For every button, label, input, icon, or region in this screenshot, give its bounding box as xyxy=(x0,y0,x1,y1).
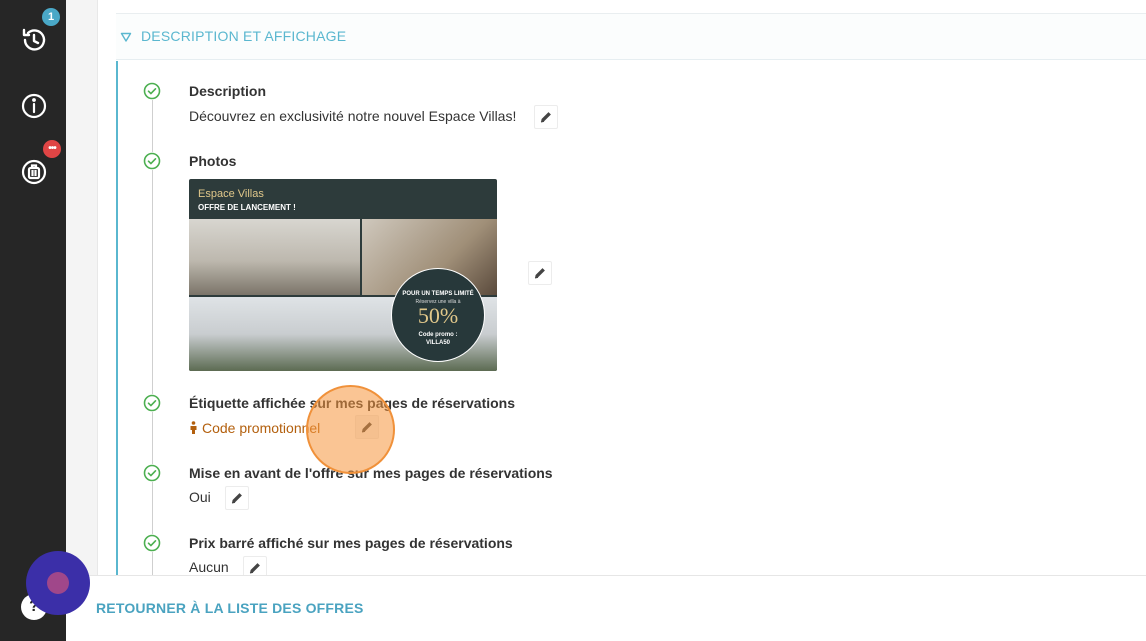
check-circle-icon xyxy=(143,82,161,100)
mise-en-avant-label: Mise en avant de l'offre sur mes pages d… xyxy=(189,465,553,481)
roundel-line3: Code promo : xyxy=(418,332,458,338)
footer-bar: RETOURNER À LA LISTE DES OFFRES xyxy=(66,575,1146,641)
photo-offer-text: OFFRE DE LANCEMENT ! xyxy=(198,203,296,212)
roundel-percent: 50% xyxy=(417,303,459,328)
previous-section-edge xyxy=(116,0,1146,14)
info-icon[interactable] xyxy=(20,92,48,120)
main-content: DESCRIPTION ET AFFICHAGE Description Déc… xyxy=(98,0,1146,575)
check-circle-icon xyxy=(143,152,161,170)
pencil-icon xyxy=(231,493,242,504)
chat-icon xyxy=(47,572,69,594)
luggage-icon[interactable] xyxy=(20,158,48,186)
roundel-line1: POUR UN TEMPS LIMITÉ xyxy=(402,291,474,297)
mise-en-avant-value: Oui xyxy=(189,489,211,505)
sidebar: 1 ••• xyxy=(0,0,66,641)
roundel-code: VILLA50 xyxy=(425,340,450,346)
edit-photos-button[interactable] xyxy=(528,261,552,285)
person-icon xyxy=(190,421,197,434)
edit-mise-en-avant-button[interactable] xyxy=(225,486,249,510)
edit-prix-barre-button[interactable] xyxy=(243,556,267,575)
back-to-offers-link[interactable]: RETOURNER À LA LISTE DES OFFRES xyxy=(96,600,364,616)
pencil-icon xyxy=(249,563,260,574)
collapse-triangle-icon[interactable] xyxy=(120,31,132,43)
photos-label: Photos xyxy=(189,153,237,169)
description-value: Découvrez en exclusivité notre nouvel Es… xyxy=(189,108,517,124)
section-title: DESCRIPTION ET AFFICHAGE xyxy=(141,28,347,44)
check-circle-icon xyxy=(143,464,161,482)
photo-brand-text: Espace Villas xyxy=(198,188,264,200)
section-body: Description Découvrez en exclusivité not… xyxy=(116,61,1146,575)
photo-kitchen xyxy=(189,219,360,295)
offer-photo[interactable]: Espace Villas OFFRE DE LANCEMENT ! POUR … xyxy=(189,179,497,371)
history-icon[interactable] xyxy=(20,26,48,54)
edit-description-button[interactable] xyxy=(534,105,558,129)
pencil-icon xyxy=(534,268,545,279)
etiquette-value-text: Code promotionnel xyxy=(202,420,321,436)
description-label: Description xyxy=(189,83,267,99)
prix-barre-value: Aucun xyxy=(189,559,229,575)
pencil-icon xyxy=(361,422,372,433)
promo-roundel: POUR UN TEMPS LIMITÉ Réservez une villa … xyxy=(391,268,485,362)
left-gutter xyxy=(66,0,98,575)
etiquette-label: Étiquette affichée sur mes pages de rése… xyxy=(189,395,516,411)
etiquette-value: Code promotionnel xyxy=(189,420,320,436)
check-circle-icon xyxy=(143,534,161,552)
prix-barre-label: Prix barré affiché sur mes pages de rése… xyxy=(189,535,513,551)
chat-widget-button[interactable] xyxy=(26,551,90,615)
notification-badge: ••• xyxy=(43,140,61,158)
check-circle-icon xyxy=(143,394,161,412)
edit-etiquette-button[interactable] xyxy=(355,415,379,439)
history-badge: 1 xyxy=(42,8,60,26)
section-header[interactable]: DESCRIPTION ET AFFICHAGE xyxy=(116,14,1146,60)
pencil-icon xyxy=(540,112,551,123)
